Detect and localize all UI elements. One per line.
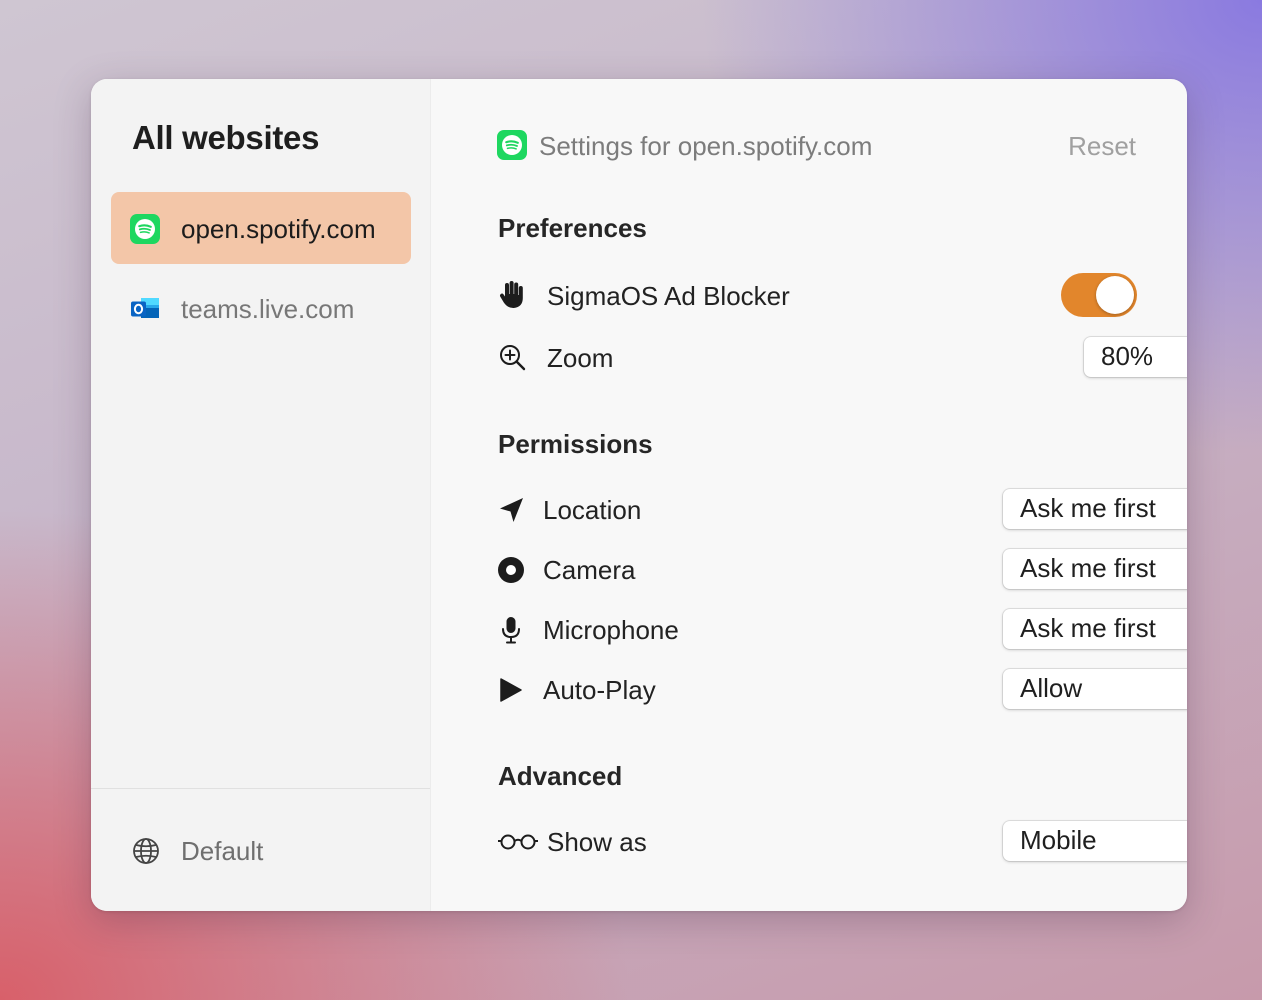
- sidebar-item-label: open.spotify.com: [181, 214, 376, 244]
- show-as-label: Show as: [547, 827, 647, 857]
- sidebar-default-label: Default: [181, 836, 264, 866]
- site-settings-window: All websites open.spotify.com teams.live…: [91, 79, 1187, 911]
- sidebar-item-label: teams.live.com: [181, 294, 355, 324]
- zoom-label: Zoom: [547, 343, 614, 373]
- sidebar-divider: [91, 788, 430, 789]
- ad-blocker-toggle[interactable]: [1061, 273, 1137, 317]
- zoom-select-value: 80%: [1101, 341, 1154, 371]
- camera-select-value: Ask me first: [1020, 553, 1156, 583]
- sidebar-item-spotify[interactable]: open.spotify.com: [111, 192, 411, 264]
- settings-panel: Settings for open.spotify.com Reset Pref…: [431, 79, 1187, 911]
- camera-label: Camera: [543, 555, 636, 585]
- location-label: Location: [543, 495, 642, 525]
- section-title-permissions: Permissions: [498, 429, 653, 459]
- section-title-preferences: Preferences: [498, 213, 647, 243]
- sidebar: All websites open.spotify.com teams.live…: [91, 79, 431, 911]
- zoom-in-icon: [500, 345, 526, 371]
- camera-icon: [498, 557, 524, 583]
- reset-button[interactable]: Reset: [1068, 131, 1136, 162]
- show-as-select[interactable]: Mobile: [1003, 821, 1187, 861]
- microphone-label: Microphone: [543, 615, 679, 645]
- glasses-icon: [498, 834, 538, 850]
- ad-blocker-label: SigmaOS Ad Blocker: [547, 281, 790, 311]
- location-select[interactable]: Ask me first: [1003, 489, 1187, 529]
- camera-select[interactable]: Ask me first: [1003, 549, 1187, 589]
- sidebar-title: All websites: [132, 119, 320, 156]
- globe-icon: [133, 838, 159, 864]
- autoplay-select-value: Allow: [1020, 673, 1083, 703]
- spotify-icon: [497, 130, 527, 160]
- hand-icon: [500, 281, 523, 309]
- show-as-select-value: Mobile: [1020, 825, 1097, 855]
- sidebar-item-teams[interactable]: teams.live.com: [111, 272, 411, 344]
- location-arrow-icon: [500, 498, 523, 522]
- zoom-select[interactable]: 80%: [1084, 337, 1187, 377]
- microphone-select-value: Ask me first: [1020, 613, 1156, 643]
- autoplay-select[interactable]: Allow: [1003, 669, 1187, 709]
- microphone-select[interactable]: Ask me first: [1003, 609, 1187, 649]
- autoplay-label: Auto-Play: [543, 675, 656, 705]
- section-title-advanced: Advanced: [498, 761, 623, 791]
- page-title: Settings for open.spotify.com: [539, 131, 873, 161]
- location-select-value: Ask me first: [1020, 493, 1156, 523]
- spotify-icon: [130, 214, 160, 244]
- toggle-knob: [1096, 276, 1134, 314]
- play-icon: [500, 678, 522, 702]
- microphone-icon: [502, 617, 520, 644]
- outlook-icon: [131, 298, 159, 318]
